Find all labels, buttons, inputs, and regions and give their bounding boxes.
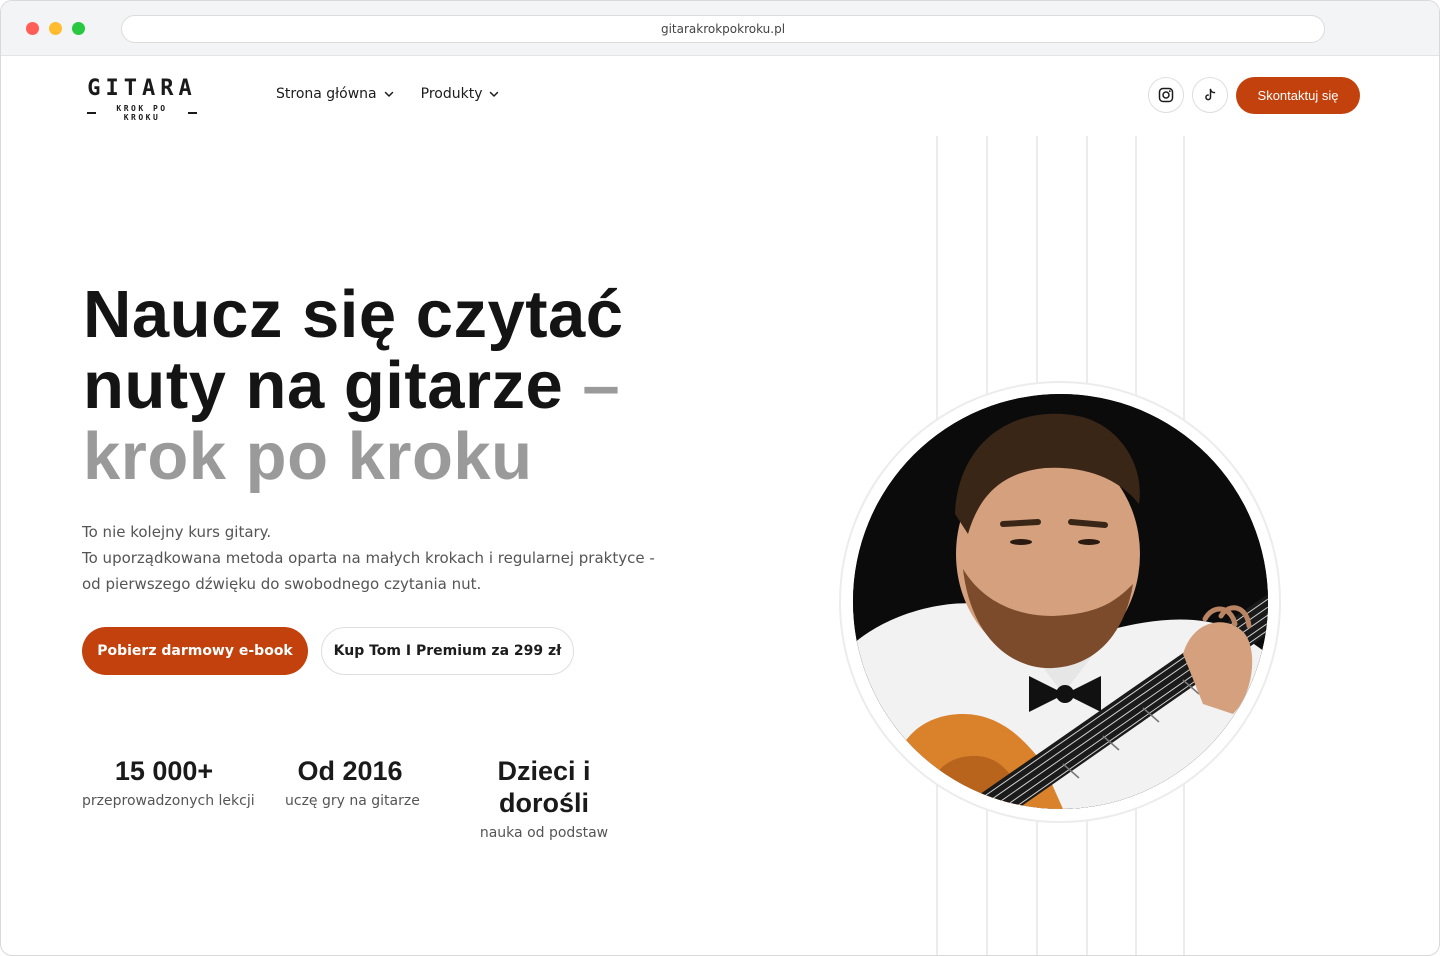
hero-desc-line1: To nie kolejny kurs gitary. [82,523,272,541]
guitarist-illustration [853,394,1268,809]
browser-chrome: gitarakrokpokroku.pl [1,1,1439,56]
main-nav: Strona główna Produkty [276,86,500,102]
minimize-window-button[interactable] [49,22,62,35]
hero-description: To nie kolejny kurs gitary. To uporządko… [82,519,655,597]
guitarist-photo [853,394,1268,809]
tiktok-icon [1205,88,1216,101]
browser-window: gitarakrokpokroku.pl GITARA KROK PO KROK… [0,0,1440,956]
stat-lessons-label: przeprowadzonych lekcji [82,793,255,809]
site-header: GITARA KROK PO KROKU Strona główna Produ… [1,56,1439,136]
stat-lessons: 15 000+ przeprowadzonych lekcji [82,755,255,809]
stat-audience-label: nauka od podstaw [479,825,609,841]
stat-since-value: Od 2016 [297,756,403,786]
hero-desc-line2: To uporządkowana metoda oparta na małych… [82,549,655,567]
instagram-icon [1158,87,1174,103]
logo-tagline: KROK PO KROKU [87,104,197,122]
maximize-window-button[interactable] [72,22,85,35]
hero-title-dash: – [582,348,621,423]
nav-item-products-label: Produkty [420,86,483,102]
instagram-link[interactable] [1148,77,1184,113]
contact-button[interactable]: Skontaktuj się [1236,77,1360,114]
hero-title-line2: nuty na gitarze [83,348,564,423]
hero-title-line1: Naucz się czytać [83,277,624,352]
buy-premium-button[interactable]: Kup Tom I Premium za 299 zł [321,627,574,675]
stat-audience: Dzieci i dorośli nauka od podstaw [451,755,637,841]
logo-line-left [87,112,96,114]
tiktok-link[interactable] [1192,77,1228,113]
stat-audience-value: Dzieci i dorośli [497,756,591,818]
hero-title-line3: krok po kroku [83,419,533,494]
hero-title: Naucz się czytać nuty na gitarze – krok … [83,279,624,492]
nav-item-home[interactable]: Strona główna [276,86,395,102]
logo-line-right [188,112,197,114]
close-window-button[interactable] [26,22,39,35]
site-logo[interactable]: GITARA KROK PO KROKU [87,76,197,122]
stat-since-label: uczę gry na gitarze [285,793,420,809]
hero-desc-line3: od pierwszego dźwięku do swobodnego czyt… [82,575,482,593]
download-ebook-button[interactable]: Pobierz darmowy e-book [82,627,308,675]
nav-item-products[interactable]: Produkty [421,86,501,102]
address-bar-url: gitarakrokpokroku.pl [660,22,786,36]
logo-wordmark: GITARA [87,76,197,101]
stat-since: Od 2016 uczę gry na gitarze [285,755,420,809]
nav-item-home-label: Strona główna [276,86,377,102]
stat-lessons-value: 15 000+ [114,756,214,786]
address-bar[interactable]: gitarakrokpokroku.pl [121,15,1325,43]
chevron-down-icon [490,91,499,97]
logo-tagline-text: KROK PO KROKU [116,104,168,122]
chevron-down-icon [384,91,393,97]
